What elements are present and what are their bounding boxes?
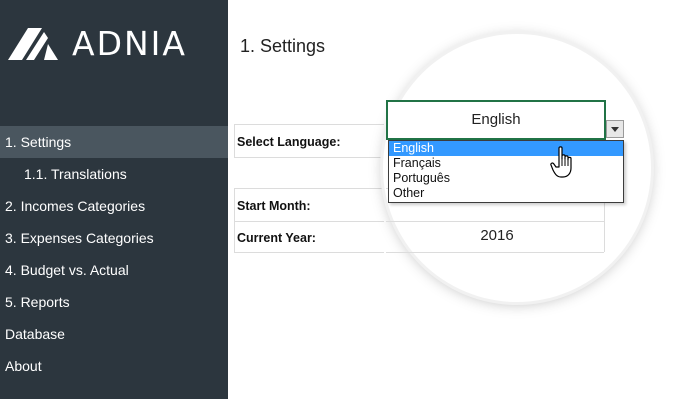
grid-line bbox=[234, 252, 384, 253]
sidebar: ADNIA 1. Settings 1.1. Translations 2. I… bbox=[0, 0, 228, 399]
sidebar-item-budget-vs-actual[interactable]: 4. Budget vs. Actual bbox=[0, 254, 228, 286]
dropdown-option-francais[interactable]: Français bbox=[389, 156, 623, 171]
logo-text: ADNIA bbox=[72, 24, 187, 63]
grid-line bbox=[234, 221, 384, 222]
sidebar-item-translations[interactable]: 1.1. Translations bbox=[0, 158, 228, 190]
grid-line bbox=[234, 124, 384, 125]
select-language-label: Select Language: bbox=[237, 135, 341, 149]
language-dropdown-list: English Français Português Other bbox=[388, 140, 624, 203]
grid-line bbox=[234, 124, 235, 157]
sidebar-item-database[interactable]: Database bbox=[0, 318, 228, 350]
grid-line bbox=[386, 252, 604, 253]
dropdown-option-english[interactable]: English bbox=[389, 141, 623, 156]
dropdown-arrow-icon[interactable] bbox=[606, 120, 624, 138]
current-year-label: Current Year: bbox=[237, 231, 316, 245]
logo: ADNIA bbox=[8, 24, 187, 64]
page-title: 1. Settings bbox=[240, 36, 326, 56]
dropdown-option-portugues[interactable]: Português bbox=[389, 171, 623, 186]
sidebar-item-about[interactable]: About bbox=[0, 350, 228, 382]
language-select[interactable]: English bbox=[386, 100, 606, 140]
adnia-logo-icon bbox=[8, 28, 60, 60]
dropdown-option-other[interactable]: Other bbox=[389, 186, 623, 201]
grid-line bbox=[386, 221, 604, 222]
grid-line bbox=[234, 188, 235, 252]
grid-line bbox=[234, 188, 384, 189]
sidebar-item-expenses-categories[interactable]: 3. Expenses Categories bbox=[0, 222, 228, 254]
sidebar-item-reports[interactable]: 5. Reports bbox=[0, 286, 228, 318]
sidebar-item-incomes-categories[interactable]: 2. Incomes Categories bbox=[0, 190, 228, 222]
sidebar-item-settings[interactable]: 1. Settings bbox=[0, 126, 228, 158]
current-year-value[interactable]: 2016 bbox=[390, 226, 604, 246]
grid-line bbox=[234, 157, 384, 158]
hand-pointer-icon bbox=[550, 146, 578, 180]
start-month-label: Start Month: bbox=[237, 199, 311, 213]
